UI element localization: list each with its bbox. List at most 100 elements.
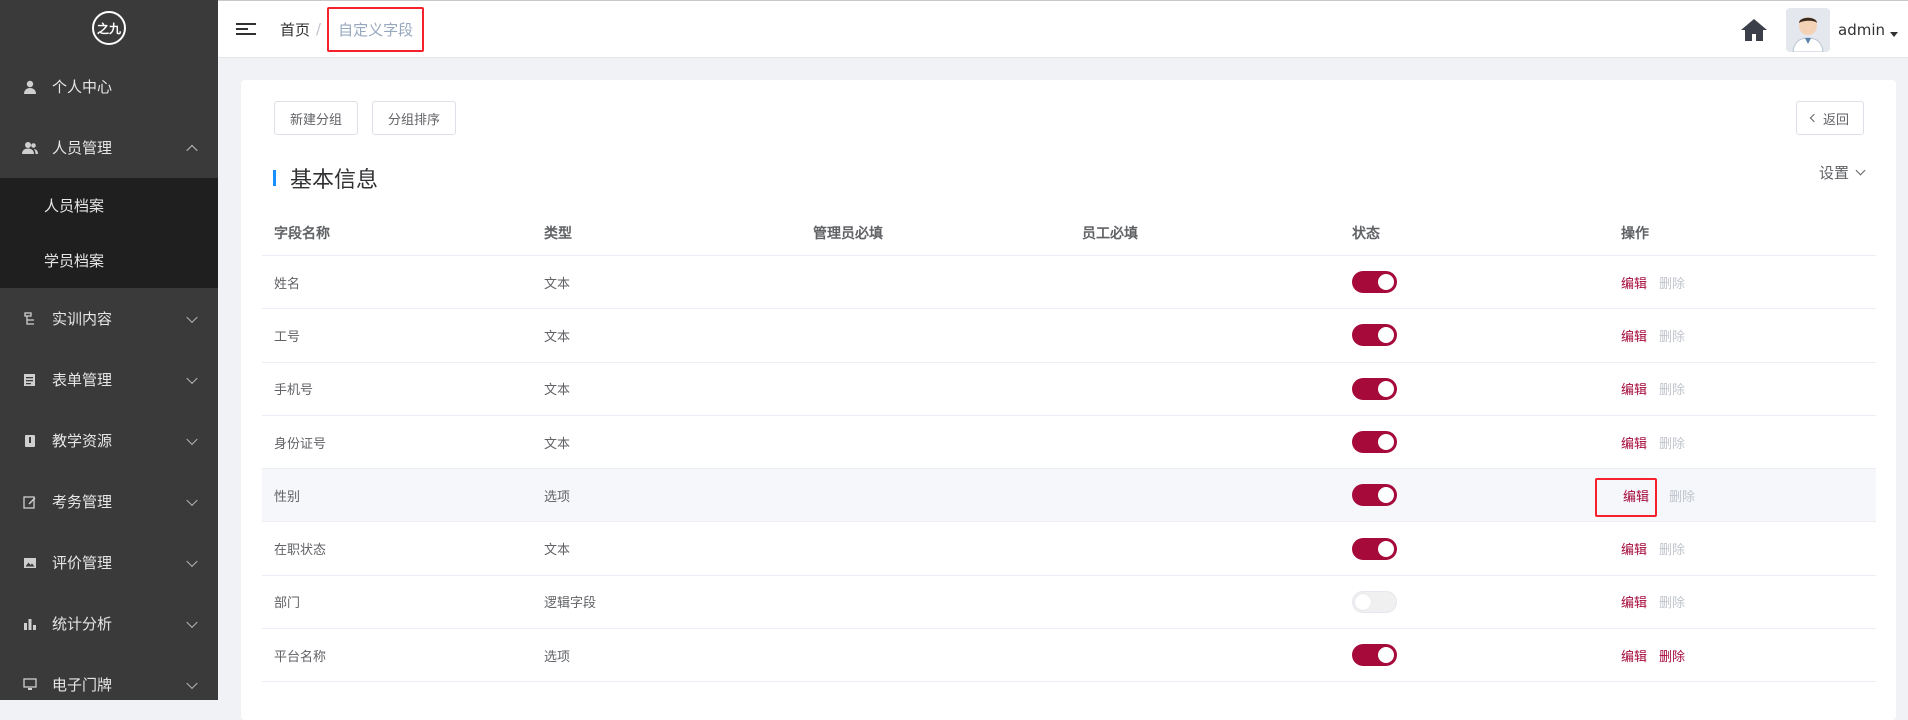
sidebar-item-statistics[interactable]: 统计分析 xyxy=(0,593,218,654)
column-header: 类型 xyxy=(544,226,572,242)
back-button[interactable]: 返回 xyxy=(1796,101,1865,135)
sidebar-item-training[interactable]: 实训内容 xyxy=(0,288,218,349)
breadcrumb-home[interactable]: 首页 xyxy=(280,19,310,40)
back-label: 返回 xyxy=(1823,112,1850,128)
username[interactable]: admin xyxy=(1838,21,1885,39)
status-toggle[interactable] xyxy=(1352,431,1397,454)
logo[interactable]: 之九 xyxy=(92,11,126,45)
users-icon xyxy=(22,140,38,156)
sidebar-item-forms[interactable]: 表单管理 xyxy=(0,349,218,410)
table-row: 平台名称 选项 编辑 删除 xyxy=(262,629,1876,683)
edit-button[interactable]: 编辑 xyxy=(1621,543,1647,558)
chevron-down-icon xyxy=(186,433,198,445)
field-type-cell: 选项 xyxy=(544,489,571,505)
status-cell xyxy=(1340,377,1609,400)
table-row: 工号 文本 编辑 删除 xyxy=(262,309,1876,363)
breadcrumb-separator: / xyxy=(316,20,322,38)
sidebar-subitem-staff-archive[interactable]: 人员档案 xyxy=(0,178,218,233)
home-icon[interactable] xyxy=(1740,17,1768,43)
delete-button[interactable]: 删除 xyxy=(1659,383,1685,398)
actions-cell: 编辑 删除 xyxy=(1595,477,1876,517)
monitor-icon xyxy=(22,677,38,693)
group-sort-button[interactable]: 分组排序 xyxy=(372,101,457,135)
settings-label: 设置 xyxy=(1819,164,1850,182)
delete-button[interactable]: 删除 xyxy=(1669,490,1695,505)
section-title-text: 基本信息 xyxy=(290,168,379,193)
avatar[interactable] xyxy=(1786,8,1830,52)
sidebar-item-evaluation[interactable]: 评价管理 xyxy=(0,532,218,593)
status-toggle[interactable] xyxy=(1352,644,1397,667)
edit-button[interactable]: 编辑 xyxy=(1595,477,1658,517)
chevron-up-icon xyxy=(186,144,198,156)
sidebar-item-resources[interactable]: 教学资源 xyxy=(0,410,218,471)
sidebar-item-label: 统计分析 xyxy=(52,615,113,633)
chevron-down-icon xyxy=(186,555,198,567)
fields-table: 字段名称 类型 管理员必填 员工必填 状态 操作 姓名 文本 编辑 删除 工号 文本 编辑删… xyxy=(262,211,1876,683)
status-toggle[interactable] xyxy=(1352,484,1397,507)
status-toggle[interactable] xyxy=(1352,324,1397,347)
user-area: admin xyxy=(1740,1,1898,59)
actions-cell: 编辑 删除 xyxy=(1609,433,1876,452)
book-icon xyxy=(22,433,38,449)
table-row: 身份证号 文本 编辑 删除 xyxy=(262,416,1876,470)
field-type-cell: 逻辑字段 xyxy=(544,596,597,612)
column-header: 字段名称 xyxy=(274,226,330,242)
sidebar-item-personnel[interactable]: 人员管理 xyxy=(0,117,218,178)
edit-button[interactable]: 编辑 xyxy=(1621,596,1647,611)
delete-button[interactable]: 删除 xyxy=(1659,596,1685,611)
field-name-cell: 手机号 xyxy=(274,383,314,399)
chevron-left-icon xyxy=(1809,113,1819,123)
status-cell xyxy=(1340,537,1609,560)
field-type-cell: 文本 xyxy=(544,436,571,452)
chevron-down-icon xyxy=(186,372,198,384)
table-row: 部门 逻辑字段 编辑 删除 xyxy=(262,576,1876,630)
delete-button[interactable]: 删除 xyxy=(1659,330,1685,345)
table-row: 姓名 文本 编辑 删除 xyxy=(262,256,1876,310)
actions-cell: 编辑 删除 xyxy=(1609,592,1876,611)
actions-cell: 编辑 删除 xyxy=(1609,273,1876,292)
menu-toggle-icon[interactable] xyxy=(236,20,256,38)
status-cell xyxy=(1340,324,1609,347)
edit-button[interactable]: 编辑 xyxy=(1621,330,1647,345)
sidebar-item-label: 表单管理 xyxy=(52,371,113,389)
breadcrumb-current: 自定义字段 xyxy=(327,6,425,52)
edit-button[interactable]: 编辑 xyxy=(1621,383,1647,398)
actions-cell: 编辑 删除 xyxy=(1609,379,1876,398)
caret-down-icon[interactable] xyxy=(1890,31,1898,37)
sidebar-item-doorplate[interactable]: 电子门牌 xyxy=(0,654,218,700)
delete-button[interactable]: 删除 xyxy=(1659,543,1685,558)
status-toggle[interactable] xyxy=(1352,537,1397,560)
topbar: 首页 / 自定义字段 admin xyxy=(218,0,1908,58)
actions-cell: 编辑 删除 xyxy=(1609,539,1876,558)
sidebar-item-exams[interactable]: 考务管理 xyxy=(0,471,218,532)
field-type-cell: 文本 xyxy=(544,383,571,399)
edit-button[interactable]: 编辑 xyxy=(1621,437,1647,452)
status-cell xyxy=(1340,431,1609,454)
edit-button[interactable]: 编辑 xyxy=(1621,277,1647,292)
delete-button[interactable]: 删除 xyxy=(1659,277,1685,292)
chevron-down-icon xyxy=(186,677,198,689)
user-icon xyxy=(22,79,38,95)
title-accent-bar xyxy=(273,170,276,186)
status-cell xyxy=(1340,484,1609,507)
status-toggle[interactable] xyxy=(1352,377,1397,400)
logo-area: 之九 xyxy=(0,0,218,56)
edit-button[interactable]: 编辑 xyxy=(1621,650,1647,665)
table-header: 字段名称 类型 管理员必填 员工必填 状态 操作 xyxy=(262,211,1876,256)
sidebar-subitem-student-archive[interactable]: 学员档案 xyxy=(0,233,218,288)
settings-dropdown[interactable]: 设置 xyxy=(1819,162,1866,183)
sidebar-item-profile[interactable]: 个人中心 xyxy=(0,56,218,117)
field-name-cell: 部门 xyxy=(274,596,301,612)
delete-button[interactable]: 删除 xyxy=(1659,650,1685,665)
status-cell xyxy=(1340,271,1609,294)
new-group-button[interactable]: 新建分组 xyxy=(274,101,359,135)
table-row: 性别 选项 编辑 删除 xyxy=(262,469,1876,523)
sidebar-item-label: 考务管理 xyxy=(52,493,113,511)
column-header: 员工必填 xyxy=(1082,226,1138,242)
form-icon xyxy=(22,372,38,388)
delete-button[interactable]: 删除 xyxy=(1659,437,1685,452)
edit-doc-icon xyxy=(22,494,38,510)
status-toggle[interactable] xyxy=(1352,271,1397,294)
field-name-cell: 身份证号 xyxy=(274,436,327,452)
status-toggle[interactable] xyxy=(1352,590,1397,613)
